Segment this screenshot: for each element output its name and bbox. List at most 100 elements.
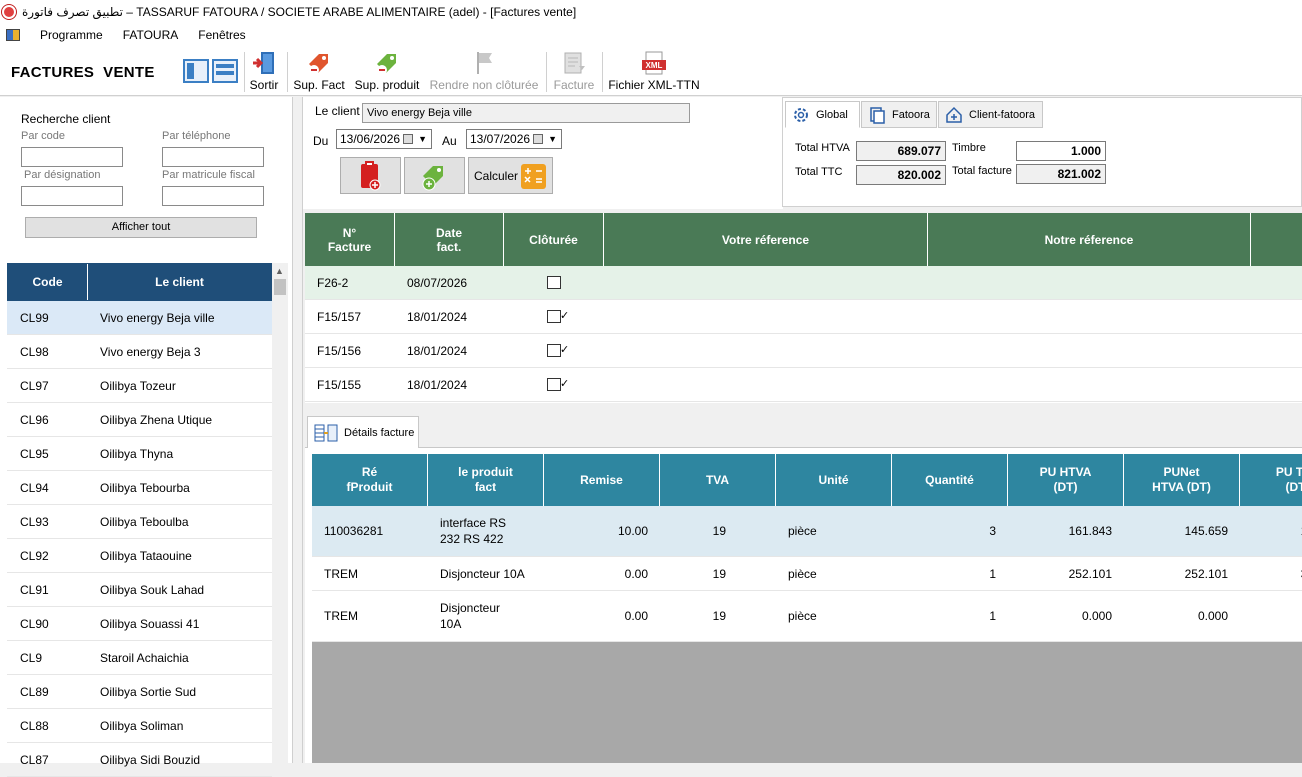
tab-fatoora[interactable]: Fatoora: [861, 101, 937, 128]
layout-stacked-button[interactable]: [212, 59, 238, 83]
client-row[interactable]: CL90 Oilibya Souassi 41: [7, 607, 272, 641]
closed-checkbox[interactable]: [547, 276, 561, 289]
calendar-icon: [403, 134, 413, 144]
svg-text:XML: XML: [646, 61, 663, 70]
invoice-number: F15/156: [317, 343, 362, 358]
app-logo-icon: [2, 5, 16, 19]
tab-client-fatoora-label: Client-fatoora: [969, 108, 1036, 121]
closed-checkbox[interactable]: ✓: [547, 378, 569, 391]
chevron-down-icon[interactable]: ▼: [548, 130, 557, 148]
exit-button[interactable]: Sortir: [249, 50, 279, 92]
column-header-our-reference[interactable]: Notre réference: [928, 213, 1251, 266]
search-taxid-label: Par matricule fiscal: [162, 169, 255, 181]
invoice-date: 18/01/2024: [407, 309, 468, 324]
column-header-remise[interactable]: Remise: [544, 454, 660, 506]
column-header-ref[interactable]: Ré fProduit: [312, 454, 428, 506]
client-row[interactable]: CL94 Oilibya Tebourba: [7, 471, 272, 505]
tab-client-fatoora[interactable]: Client-fatoora: [938, 101, 1043, 128]
client-row[interactable]: CL92 Oilibya Tataouine: [7, 539, 272, 573]
new-invoice-button[interactable]: [340, 157, 401, 194]
client-row[interactable]: CL96 Oilibya Zhena Utique: [7, 403, 272, 437]
add-product-button[interactable]: [404, 157, 465, 194]
xml-ttn-button[interactable]: XML Fichier XML-TTN: [608, 50, 700, 92]
column-header-invoice-date[interactable]: Date fact.: [395, 213, 504, 266]
client-code: CL95: [20, 446, 49, 461]
invoice-row[interactable]: F15/157 18/01/2024 ✓: [305, 300, 1302, 334]
timbre-input[interactable]: 1.000: [1016, 141, 1106, 161]
column-header-code[interactable]: Code: [8, 264, 88, 300]
column-header-your-reference[interactable]: Votre réference: [604, 213, 928, 266]
client-row[interactable]: CL89 Oilibya Sortie Sud: [7, 675, 272, 709]
client-name: Vivo energy Beja ville: [100, 310, 215, 325]
closed-checkbox[interactable]: ✓: [547, 344, 569, 357]
tab-global[interactable]: Global: [785, 101, 860, 128]
client-row[interactable]: CL98 Vivo energy Beja 3: [7, 335, 272, 369]
delete-invoice-button[interactable]: Sup. Fact: [293, 50, 345, 92]
client-row[interactable]: CL99 Vivo energy Beja ville: [7, 301, 272, 335]
menu-fatoora[interactable]: FATOURA: [113, 28, 189, 42]
client-list-scrollbar[interactable]: ▲: [272, 263, 288, 763]
menu-programme[interactable]: Programme: [30, 28, 113, 42]
column-header-quantity[interactable]: Quantité: [892, 454, 1008, 506]
client-row[interactable]: CL87 Oilibya Sidi Bouzid: [7, 743, 272, 777]
client-code: CL90: [20, 616, 49, 631]
search-phone-input[interactable]: [162, 147, 264, 167]
column-header-punet-htva[interactable]: PUNet HTVA (DT): [1124, 454, 1240, 506]
show-all-button[interactable]: Afficher tout: [25, 217, 257, 238]
invoice-row[interactable]: F15/156 18/01/2024 ✓: [305, 334, 1302, 368]
delete-invoice-label: Sup. Fact: [293, 78, 345, 92]
menu-fenetres[interactable]: Fenêtres: [188, 28, 255, 42]
panel-splitter[interactable]: [293, 97, 303, 763]
details-cell-tva: 19: [712, 609, 726, 623]
from-date-picker[interactable]: 13/06/2026 ▼: [336, 129, 432, 149]
column-header-tva[interactable]: TVA: [660, 454, 776, 506]
to-date-picker[interactable]: 13/07/2026 ▼: [466, 129, 562, 149]
details-cell-tva: 19: [712, 566, 726, 581]
tab-invoice-details[interactable]: Détails facture: [307, 416, 419, 448]
invoice-row[interactable]: F26-2 08/07/2026: [305, 266, 1302, 300]
column-header-pu-ttc[interactable]: PU TTC (DT): [1240, 454, 1302, 506]
total-facture-value: 821.002: [1016, 164, 1106, 184]
details-cell-ref: TREM: [324, 566, 358, 581]
delete-product-button[interactable]: Sup. produit: [352, 50, 422, 92]
window-menu-icon[interactable]: [6, 29, 20, 41]
column-header-extra[interactable]: [1251, 213, 1302, 266]
details-row[interactable]: TREM Disjoncteur 10A 0.00 19 pièce 1 252.101 25…: [312, 557, 1302, 591]
scroll-thumb[interactable]: [274, 279, 286, 295]
column-header-client[interactable]: Le client: [88, 264, 271, 300]
chevron-down-icon[interactable]: ▼: [418, 130, 427, 148]
invoice-row[interactable]: F15/155 18/01/2024 ✓: [305, 368, 1302, 402]
details-cell-punet-htva: 145.659: [1184, 524, 1228, 538]
column-header-pu-htva[interactable]: PU HTVA (DT): [1008, 454, 1124, 506]
client-row[interactable]: CL88 Oilibya Soliman: [7, 709, 272, 743]
column-header-product[interactable]: le produit fact: [428, 454, 544, 506]
closed-checkbox[interactable]: ✓: [547, 310, 569, 323]
layout-side-panel-button[interactable]: [183, 59, 209, 83]
client-row[interactable]: CL91 Oilibya Souk Lahad: [7, 573, 272, 607]
calendar-icon: [533, 134, 543, 144]
details-row[interactable]: 110036281 interface RS 232 RS 422 10.00 19 p…: [312, 506, 1302, 557]
client-row[interactable]: CL9 Staroil Achaichia: [7, 641, 272, 675]
invoice-print-button[interactable]: Facture: [552, 50, 596, 92]
client-code: CL92: [20, 548, 49, 563]
client-row[interactable]: CL93 Oilibya Teboulba: [7, 505, 272, 539]
total-facture-label: Total facture: [952, 165, 1012, 177]
details-grid: Ré fProduit le produit fact Remise TVA Unité…: [312, 454, 1302, 763]
client-row[interactable]: CL95 Oilibya Thyna: [7, 437, 272, 471]
calculator-icon: [521, 164, 546, 189]
reopen-invoice-button[interactable]: Rendre non clôturée: [428, 50, 540, 92]
search-code-input[interactable]: [21, 147, 123, 167]
selected-client-field: Vivo energy Beja ville: [362, 103, 690, 123]
details-cell-punet-htva: 252.101: [1184, 566, 1228, 581]
search-designation-input[interactable]: [21, 186, 123, 206]
calculate-button[interactable]: Calculer: [468, 157, 553, 194]
column-header-unit[interactable]: Unité: [776, 454, 892, 506]
client-row[interactable]: CL97 Oilibya Tozeur: [7, 369, 272, 403]
layout-stacked-icon-bar: [216, 71, 234, 75]
scroll-up-icon[interactable]: ▲: [275, 266, 284, 276]
search-taxid-input[interactable]: [162, 186, 264, 206]
column-header-invoice-number[interactable]: N° Facture: [305, 213, 395, 266]
details-row[interactable]: TREM Disjoncteur 10A 0.00 19 pièce 1 0.000 0.00…: [312, 591, 1302, 642]
column-header-closed[interactable]: Clôturée: [504, 213, 604, 266]
client-name: Oilibya Souassi 41: [100, 616, 200, 631]
